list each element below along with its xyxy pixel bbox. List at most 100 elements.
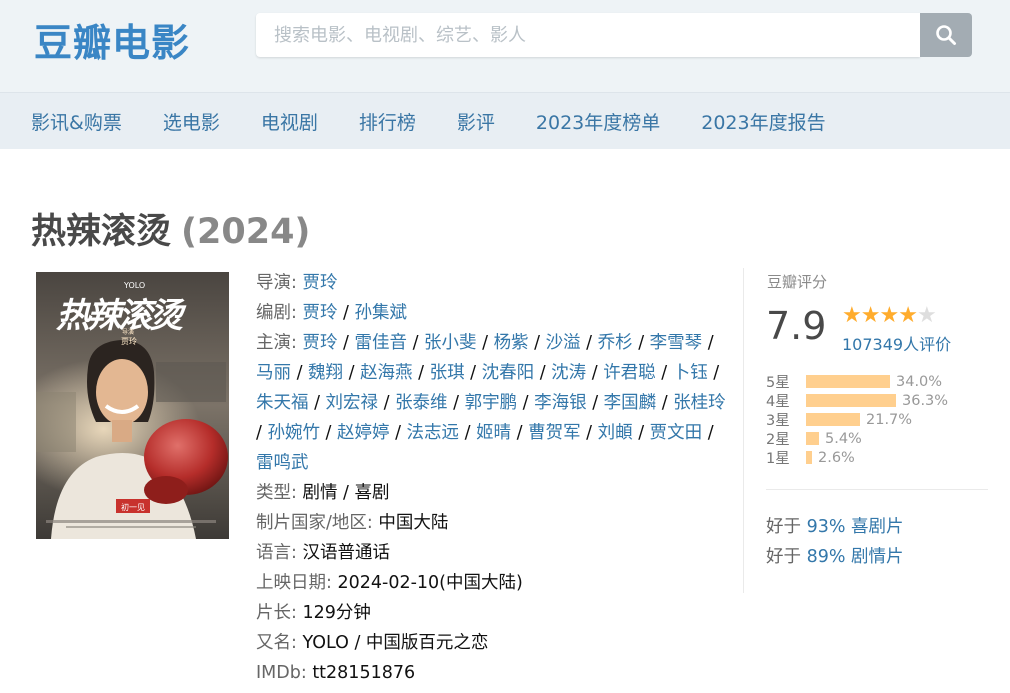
movie-poster[interactable]: 热辣滚烫 YOLO 导演 贾玲 初一见 (36, 272, 229, 539)
douban-movie-logo[interactable]: 豆瓣电影 (34, 12, 190, 67)
runtime-label: 片长: (256, 603, 303, 623)
cast-member-link[interactable]: 郭宇鹏 (465, 393, 518, 413)
rating-stars: ★★★★★ (842, 303, 937, 328)
separator: / (632, 333, 650, 353)
rating-bar-percent: 21.7% (866, 411, 913, 428)
nav-link-tv[interactable]: 电视剧 (261, 108, 318, 135)
svg-text:初一见: 初一见 (121, 502, 145, 512)
separator: / (343, 363, 361, 383)
cast-member-link[interactable]: 孙婉竹 (267, 423, 320, 443)
nav-link-charts[interactable]: 排行榜 (359, 108, 416, 135)
rating-bar-label: 1星 (766, 451, 790, 467)
cast-member-link[interactable]: 法志远 (407, 423, 460, 443)
writer-row: 编剧: 贾玲 / 孙集斌 (256, 298, 731, 328)
separator: / (308, 393, 326, 413)
cast-member-link[interactable]: 刘頔 (598, 423, 633, 443)
rating-bar-percent: 5.4% (825, 430, 862, 447)
better-than-comedy: 好于 93% 喜剧片 (766, 513, 904, 538)
cast-member-link[interactable]: 刘宏禄 (326, 393, 379, 413)
cast-member-link[interactable]: 李雪琴 (650, 333, 703, 353)
cast-member-link[interactable]: 张泰维 (395, 393, 448, 413)
cast-member-link[interactable]: 杨紫 (494, 333, 529, 353)
cast-member-link[interactable]: 张小斐 (424, 333, 477, 353)
cast-member-link[interactable]: 姬晴 (476, 423, 511, 443)
nav-link-reviews[interactable]: 影评 (457, 108, 495, 135)
writer-link[interactable]: 孙集斌 (355, 303, 408, 323)
cast-member-link[interactable]: 张桂玲 (673, 393, 726, 413)
separator: / (337, 483, 355, 503)
cast-member-link[interactable]: 贾文田 (650, 423, 703, 443)
cast-member-link[interactable]: 沈春阳 (482, 363, 535, 383)
runtime-value: 129分钟 (302, 603, 371, 623)
search-input[interactable] (256, 13, 922, 57)
cast-member-link[interactable]: 沙溢 (546, 333, 581, 353)
nav-link-explore-movies[interactable]: 选电影 (163, 108, 220, 135)
writer-link[interactable]: 贾玲 (302, 303, 337, 323)
runtime-row: 片长: 129分钟 (256, 598, 731, 628)
cast-member-link[interactable]: 魏翔 (308, 363, 343, 383)
cast-member-link[interactable]: 许君聪 (603, 363, 656, 383)
cast-member-link[interactable]: 卜钰 (673, 363, 708, 383)
cast-member-link[interactable]: 贾玲 (302, 333, 337, 353)
nav-link-annual-list[interactable]: 2023年度榜单 (536, 108, 660, 135)
separator: / (517, 393, 535, 413)
genre-label: 类型: (256, 483, 303, 503)
nav-link-annual-report[interactable]: 2023年度报告 (701, 108, 825, 135)
separator: / (256, 423, 268, 443)
separator: / (476, 333, 494, 353)
cast-member-link[interactable]: 朱天福 (256, 393, 309, 413)
director-row: 导演: 贾玲 (256, 268, 731, 298)
rating-bar (806, 413, 860, 426)
movie-year: (2024) (181, 212, 311, 252)
search-button[interactable] (920, 13, 972, 57)
page-title: 热辣滚烫 (2024) (31, 203, 310, 254)
country-label: 制片国家/地区: (256, 513, 379, 533)
rating-bar-row: 3星 21.7% (766, 410, 948, 430)
rating-score: 7.9 (766, 304, 827, 348)
cast-member-link[interactable]: 赵海燕 (360, 363, 413, 383)
language-row: 语言: 汉语普通话 (256, 538, 731, 568)
cast-member-link[interactable]: 赵婷婷 (337, 423, 390, 443)
writer-label: 编剧: (256, 303, 303, 323)
top-header: 豆瓣电影 (0, 0, 1010, 92)
cast-member-link[interactable]: 张琪 (430, 363, 465, 383)
better-than-comedy-link[interactable]: 93% 喜剧片 (807, 517, 904, 537)
separator: / (586, 393, 604, 413)
aka-label: 又名: (256, 633, 303, 653)
separator: / (511, 423, 529, 443)
director-link[interactable]: 贾玲 (302, 273, 337, 293)
imdb-label: IMDb: (256, 663, 313, 683)
nav-link-tickets[interactable]: 影讯&购票 (31, 108, 122, 135)
cast-member-link[interactable]: 李国麟 (604, 393, 657, 413)
separator: / (412, 363, 430, 383)
cast-label: 主演: (256, 333, 303, 353)
language-value: 汉语普通话 (302, 543, 390, 563)
rating-bar-row: 5星 34.0% (766, 372, 948, 392)
separator: / (378, 393, 396, 413)
svg-text:导演: 导演 (122, 328, 134, 336)
separator: / (632, 423, 650, 443)
cast-member-link[interactable]: 李海银 (534, 393, 587, 413)
cast-member-link[interactable]: 曹贺军 (528, 423, 581, 443)
rating-bar-percent: 2.6% (818, 449, 855, 466)
cast-member-link[interactable]: 马丽 (256, 363, 291, 383)
rating-divider (766, 489, 988, 490)
better-than-prefix: 好于 (766, 517, 807, 537)
cast-member-link[interactable]: 沈涛 (551, 363, 586, 383)
cast-member-link[interactable]: 雷鸣武 (256, 453, 309, 473)
star-filled-icon: ★ (879, 303, 899, 328)
rating-bar-label: 2星 (766, 432, 790, 448)
aka-row: 又名: YOLO / 中国版百元之恋 (256, 628, 731, 658)
cast-member-link[interactable]: 雷佳音 (355, 333, 408, 353)
star-empty-icon: ★ (916, 303, 937, 328)
cast-member-link[interactable]: 乔杉 (598, 333, 633, 353)
separator: / (655, 363, 673, 383)
separator: / (586, 363, 604, 383)
separator: / (459, 423, 477, 443)
genre-list: 剧情 / 喜剧 (302, 483, 389, 503)
imdb-value: tt28151876 (312, 663, 416, 683)
rating-bar-percent: 34.0% (896, 373, 943, 390)
better-than-drama-link[interactable]: 89% 剧情片 (807, 547, 904, 567)
genre-item: 喜剧 (354, 483, 390, 503)
rating-votes-link[interactable]: 107349人评价 (842, 331, 951, 355)
